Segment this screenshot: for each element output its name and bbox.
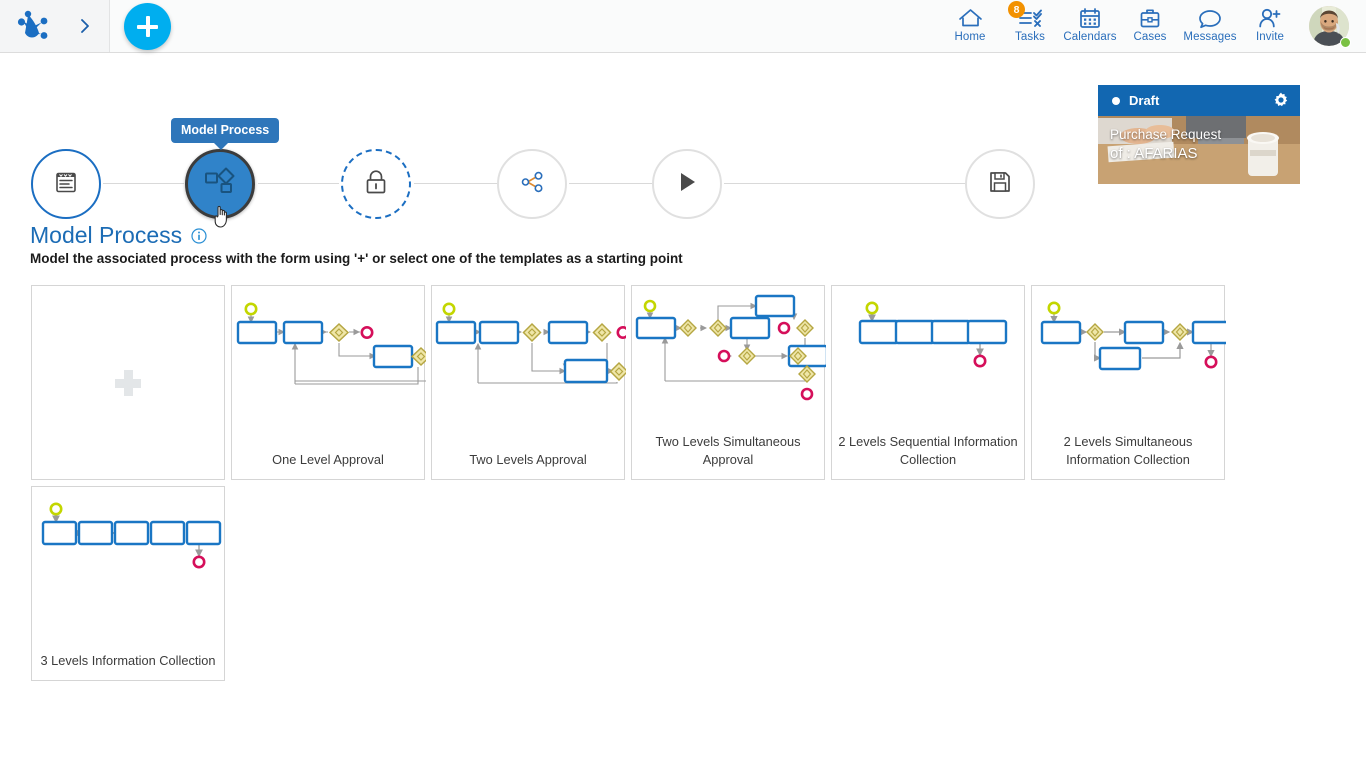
calendar-icon — [1078, 5, 1102, 30]
status-dot-icon — [1112, 97, 1120, 105]
template-thumbnail — [632, 286, 824, 433]
template-label: One Level Approval — [232, 451, 424, 479]
template-thumbnail — [832, 286, 1024, 433]
nav-item-messages[interactable]: Messages — [1180, 0, 1240, 52]
template-row: One Level Approval — [31, 285, 1331, 480]
mouse-cursor — [212, 203, 234, 229]
form-clipboard-icon — [52, 168, 80, 201]
template-grid: One Level Approval — [31, 285, 1331, 687]
online-status-indicator — [1340, 37, 1351, 48]
template-thumbnail — [232, 286, 424, 451]
card-title-line-1: Purchase Request — [1110, 126, 1221, 144]
card-title-line-2: of : AFARIAS — [1110, 144, 1221, 164]
template-label: Two Levels Simultaneous Approval — [632, 433, 824, 479]
draft-card-body: Purchase Request of : AFARIAS — [1098, 116, 1300, 184]
application-window: Home 8 — [0, 0, 1366, 768]
avatar[interactable] — [1300, 0, 1358, 52]
template-card-two-levels-simultaneous-info[interactable]: 2 Levels Simultaneous Information Collec… — [1031, 285, 1225, 480]
step-connector — [724, 183, 965, 184]
add-user-icon — [1257, 5, 1283, 30]
step-tooltip: Model Process — [171, 118, 279, 143]
step-set-permissions[interactable] — [341, 149, 411, 219]
play-icon — [674, 168, 700, 201]
template-card-one-level-approval[interactable]: One Level Approval — [231, 285, 425, 480]
nav-item-cases[interactable]: Cases — [1120, 0, 1180, 52]
message-bubble-icon — [1197, 5, 1223, 30]
template-card-two-levels-approval[interactable]: Two Levels Approval — [431, 285, 625, 480]
case-draft-card[interactable]: Draft — [1098, 85, 1300, 184]
step-connector — [258, 183, 339, 184]
top-navigation: Home 8 — [940, 0, 1358, 52]
sidebar-collapse-toggle[interactable] — [74, 14, 96, 38]
nav-item-invite[interactable]: Invite — [1240, 0, 1300, 52]
bonita-logo-icon[interactable] — [14, 8, 52, 44]
process-diagram-icon — [204, 167, 236, 202]
status-badge: Draft — [1129, 93, 1159, 108]
step-connector — [569, 183, 652, 184]
nav-label-home: Home — [954, 31, 985, 43]
nav-label-calendars: Calendars — [1063, 31, 1116, 43]
template-label: 2 Levels Simultaneous Information Collec… — [1032, 433, 1224, 479]
step-share[interactable] — [497, 149, 567, 219]
nav-label-cases: Cases — [1133, 31, 1166, 43]
step-run[interactable] — [652, 149, 722, 219]
gear-icon[interactable] — [1272, 91, 1290, 109]
step-connector — [414, 183, 497, 184]
template-card-two-levels-simultaneous-approval[interactable]: Two Levels Simultaneous Approval — [631, 285, 825, 480]
nav-label-tasks: Tasks — [1015, 31, 1045, 43]
nav-item-calendars[interactable]: Calendars — [1060, 0, 1120, 52]
nav-item-tasks[interactable]: 8 — [1000, 0, 1060, 52]
card-title: Purchase Request of : AFARIAS — [1110, 126, 1221, 164]
header-left-panel — [0, 0, 110, 52]
lock-icon — [363, 168, 389, 201]
nav-label-messages: Messages — [1183, 31, 1236, 43]
template-label: 3 Levels Information Collection — [32, 652, 224, 680]
plus-icon — [115, 370, 141, 396]
template-label: 2 Levels Sequential Information Collecti… — [832, 433, 1024, 479]
nav-label-invite: Invite — [1256, 31, 1284, 43]
template-card-blank[interactable] — [31, 285, 225, 480]
page-title-text: Model Process — [30, 222, 182, 249]
create-new-button[interactable] — [124, 3, 171, 50]
info-icon[interactable] — [191, 228, 207, 244]
template-card-two-levels-sequential-info[interactable]: 2 Levels Sequential Information Collecti… — [831, 285, 1025, 480]
template-thumbnail — [1032, 286, 1224, 433]
draft-card-header: Draft — [1098, 85, 1300, 116]
share-nodes-icon — [518, 168, 546, 201]
home-icon — [958, 5, 983, 30]
template-thumbnail — [32, 487, 224, 652]
template-label: Two Levels Approval — [432, 451, 624, 479]
template-thumbnail — [432, 286, 624, 451]
step-save[interactable] — [965, 149, 1035, 219]
step-design-form[interactable] — [31, 149, 101, 219]
page-subtitle: Model the associated process with the fo… — [30, 251, 683, 266]
nav-item-home[interactable]: Home — [940, 0, 1000, 52]
page-title: Model Process — [30, 222, 207, 249]
top-header: Home 8 — [0, 0, 1366, 53]
step-connector — [103, 183, 184, 184]
floppy-save-icon — [987, 169, 1013, 200]
tasks-badge: 8 — [1008, 1, 1025, 18]
briefcase-icon — [1138, 5, 1162, 30]
template-card-three-levels-info[interactable]: 3 Levels Information Collection — [31, 486, 225, 681]
template-row: 3 Levels Information Collection — [31, 486, 1331, 681]
